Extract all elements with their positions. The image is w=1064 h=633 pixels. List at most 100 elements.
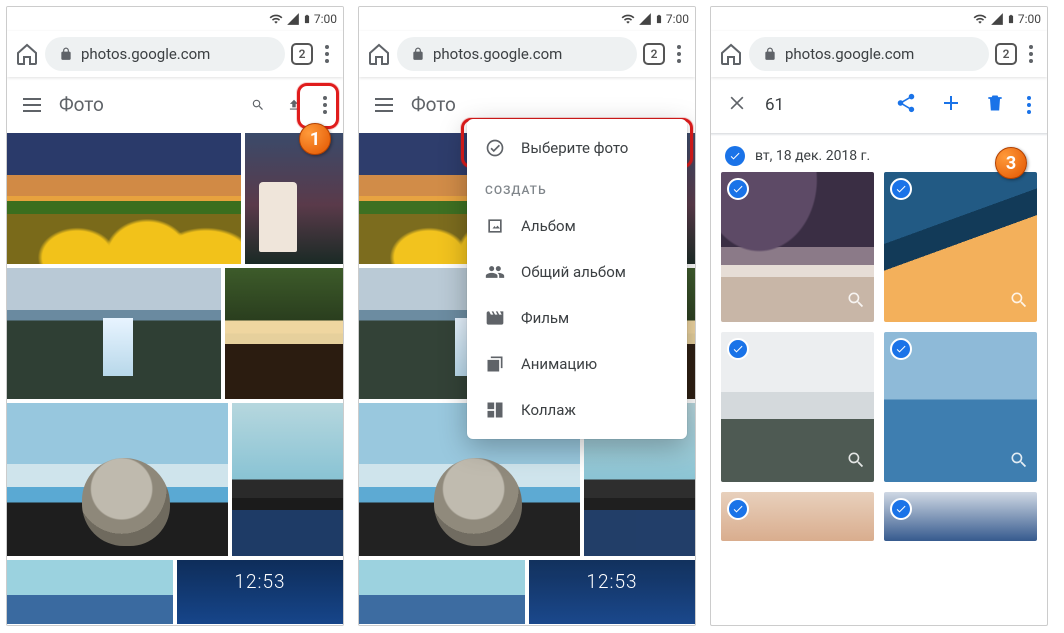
status-time: 7:00 — [666, 12, 689, 26]
photo-grid — [7, 133, 343, 625]
signal-icon — [286, 12, 300, 26]
browser-url-bar: photos.google.com 2 — [711, 31, 1047, 77]
sel-photo-abstract-blue-orange[interactable] — [884, 172, 1037, 322]
lock-icon — [411, 46, 425, 62]
browser-menu-icon[interactable] — [1023, 41, 1039, 67]
tabs-button[interactable]: 2 — [643, 43, 665, 65]
hamburger-icon[interactable] — [371, 94, 397, 116]
check-icon — [890, 338, 912, 360]
check-icon — [727, 178, 749, 200]
status-time: 7:00 — [314, 12, 337, 26]
wifi-icon — [620, 12, 636, 26]
browser-menu-icon[interactable] — [319, 41, 335, 67]
url-text: photos.google.com — [785, 45, 914, 63]
animation-icon — [485, 354, 505, 374]
home-icon[interactable] — [367, 42, 391, 66]
sel-photo-desert[interactable] — [721, 492, 874, 541]
signal-icon — [990, 12, 1004, 26]
signal-icon — [638, 12, 652, 26]
url-pill[interactable]: photos.google.com — [397, 37, 637, 71]
date-text: вт, 18 дек. 2018 г. — [755, 148, 870, 164]
add-icon[interactable] — [935, 87, 967, 123]
menu-create-header: СОЗДАТЬ — [467, 171, 687, 203]
menu-movie[interactable]: Фильм — [467, 295, 687, 341]
photo-hippo[interactable] — [7, 403, 228, 556]
check-circle-icon — [485, 138, 505, 158]
status-time: 7:00 — [1018, 12, 1041, 26]
selection-header: 61 — [711, 77, 1047, 133]
phone-step-1: 7:00 photos.google.com 2 Фото 1 — [6, 6, 344, 626]
photo-waterfall-wide[interactable] — [7, 268, 221, 399]
wifi-icon — [972, 12, 988, 26]
page-title: Фото — [411, 93, 683, 116]
menu-album[interactable]: Альбом — [467, 203, 687, 249]
battery-icon — [1006, 11, 1016, 27]
check-icon — [727, 338, 749, 360]
magnify-icon[interactable] — [1009, 450, 1029, 474]
close-icon[interactable] — [723, 89, 751, 121]
selection-count: 61 — [765, 95, 877, 115]
photo-sunflower-field[interactable] — [7, 133, 241, 264]
photo-lighthouse[interactable] — [245, 133, 343, 264]
wifi-icon — [268, 12, 284, 26]
sel-photo-forest-fog[interactable] — [721, 332, 874, 482]
sel-photo-horizon[interactable] — [884, 492, 1037, 541]
tabs-button[interactable]: 2 — [291, 43, 313, 65]
photo-clock-wallpaper[interactable] — [529, 560, 695, 624]
magnify-icon[interactable] — [846, 290, 866, 314]
check-icon — [890, 178, 912, 200]
phone-step-3: 7:00 photos.google.com 2 61 вт, 18 дек. … — [710, 6, 1048, 626]
url-pill[interactable]: photos.google.com — [45, 37, 285, 71]
browser-menu-icon[interactable] — [671, 41, 687, 67]
url-pill[interactable]: photos.google.com — [749, 37, 989, 71]
trash-icon[interactable] — [981, 88, 1009, 122]
movie-icon — [485, 308, 505, 328]
battery-icon — [302, 11, 312, 27]
date-check-icon — [725, 146, 745, 166]
menu-animation[interactable]: Анимацию — [467, 341, 687, 387]
lock-icon — [59, 46, 73, 62]
sel-photo-blue-sky[interactable] — [884, 332, 1037, 482]
menu-select-photo[interactable]: Выберите фото — [467, 125, 687, 171]
selection-grid — [711, 172, 1047, 551]
tabs-button[interactable]: 2 — [995, 43, 1017, 65]
browser-url-bar: photos.google.com 2 — [7, 31, 343, 77]
shared-album-icon — [485, 262, 505, 282]
photo-beach[interactable] — [7, 560, 173, 624]
phone-step-2: 7:00 photos.google.com 2 Фото Выберите ф… — [358, 6, 696, 626]
album-icon — [485, 216, 505, 236]
photo-milky-way[interactable] — [232, 403, 343, 556]
app-more-icon[interactable] — [319, 92, 331, 118]
share-icon[interactable] — [891, 88, 921, 122]
photo-waterfall-tall[interactable] — [225, 268, 343, 399]
lock-icon — [763, 46, 777, 62]
overflow-menu: Выберите фото СОЗДАТЬ Альбом Общий альбо… — [467, 119, 687, 439]
search-icon[interactable] — [247, 94, 269, 116]
status-bar: 7:00 — [7, 7, 343, 31]
magnify-icon[interactable] — [846, 450, 866, 474]
battery-icon — [654, 11, 664, 27]
step-badge-3: 3 — [995, 147, 1027, 179]
status-bar: 7:00 — [359, 7, 695, 31]
menu-shared-album[interactable]: Общий альбом — [467, 249, 687, 295]
page-title: Фото — [59, 93, 233, 116]
check-icon — [727, 498, 749, 520]
photo-beach[interactable] — [359, 560, 525, 624]
sel-photo-mountains-night[interactable] — [721, 172, 874, 322]
app-header: Фото — [7, 77, 343, 133]
browser-url-bar: photos.google.com 2 — [359, 31, 695, 77]
status-bar: 7:00 — [711, 7, 1047, 31]
home-icon[interactable] — [15, 42, 39, 66]
hamburger-icon[interactable] — [19, 94, 45, 116]
step-badge-1: 1 — [299, 123, 331, 155]
menu-collage[interactable]: Коллаж — [467, 387, 687, 433]
selection-more-icon[interactable] — [1023, 92, 1035, 118]
upload-icon[interactable] — [283, 94, 305, 116]
check-icon — [890, 498, 912, 520]
home-icon[interactable] — [719, 42, 743, 66]
url-text: photos.google.com — [433, 45, 562, 63]
url-text: photos.google.com — [81, 45, 210, 63]
photo-clock-wallpaper[interactable] — [177, 560, 343, 624]
collage-icon — [485, 400, 505, 420]
magnify-icon[interactable] — [1009, 290, 1029, 314]
